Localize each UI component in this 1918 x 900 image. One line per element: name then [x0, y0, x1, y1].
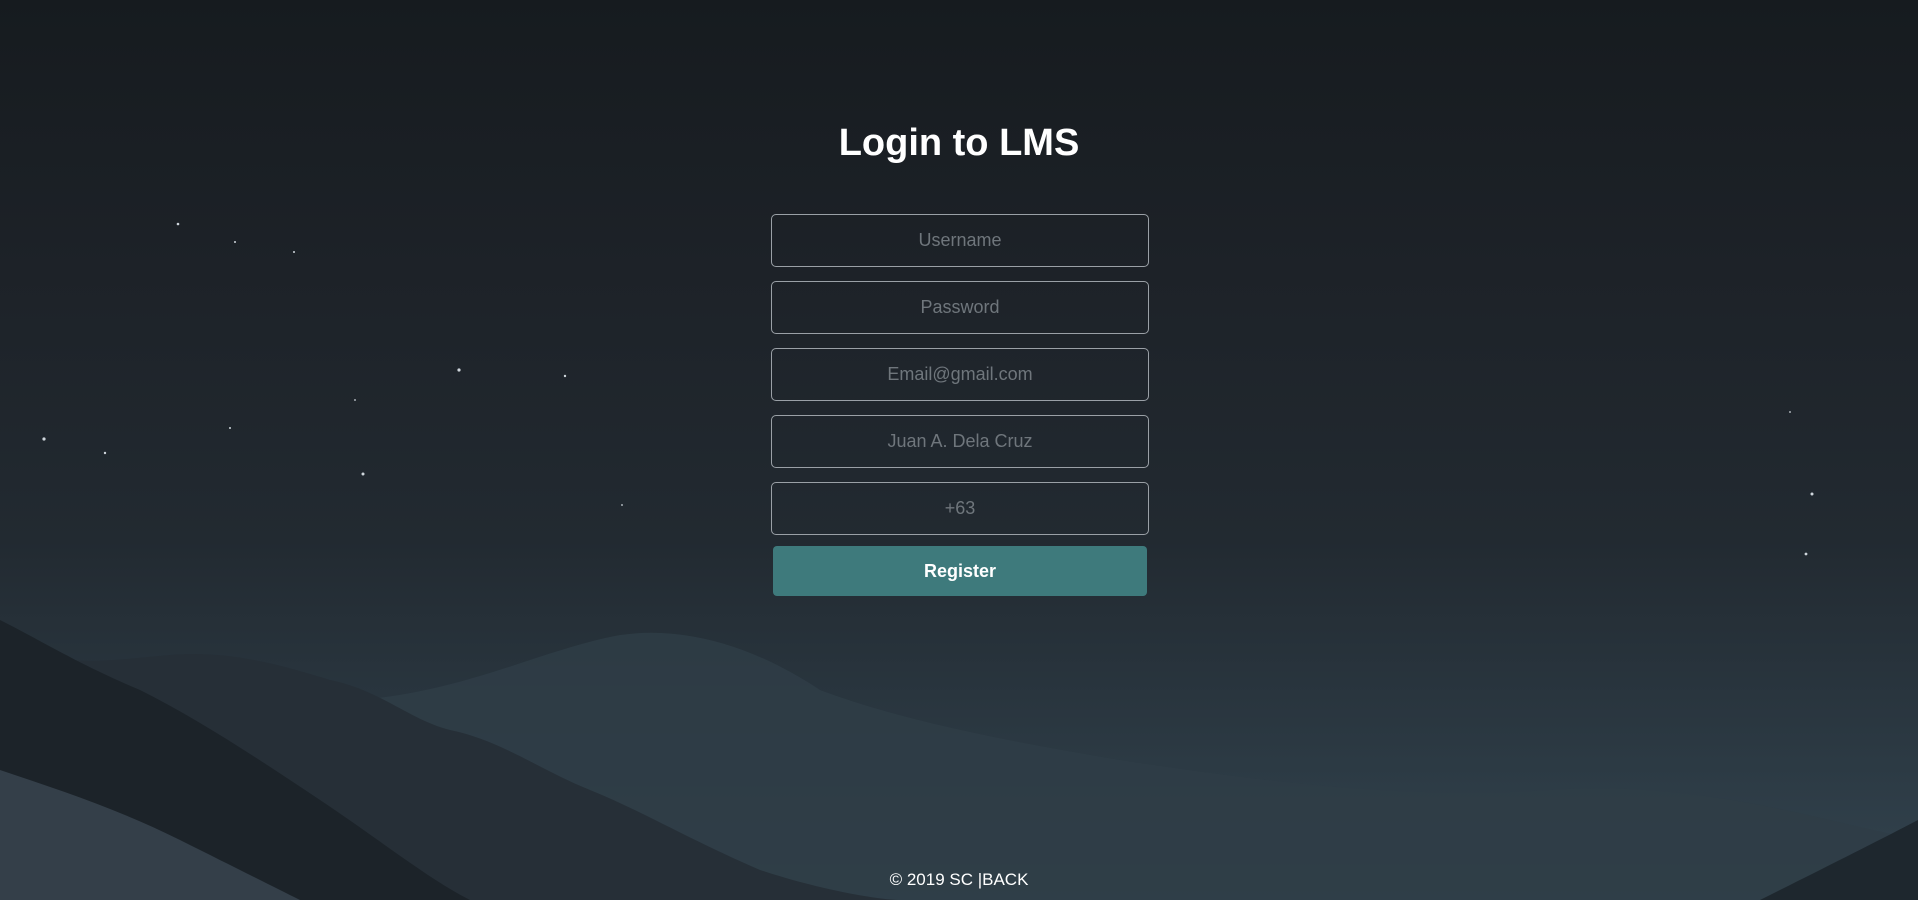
phone-field[interactable] — [771, 482, 1149, 535]
register-button[interactable]: Register — [773, 546, 1147, 596]
back-link[interactable]: BACK — [982, 870, 1028, 889]
register-form: Register — [771, 214, 1149, 596]
full-name-field[interactable] — [771, 415, 1149, 468]
email-field[interactable] — [771, 348, 1149, 401]
footer: © 2019 SC |BACK — [0, 870, 1918, 890]
page-title: Login to LMS — [838, 122, 1080, 164]
copyright-text: © 2019 SC | — [889, 870, 983, 889]
page-content: Login to LMS Register © 2019 SC |BACK — [0, 0, 1918, 900]
username-field[interactable] — [771, 214, 1149, 267]
password-field[interactable] — [771, 281, 1149, 334]
